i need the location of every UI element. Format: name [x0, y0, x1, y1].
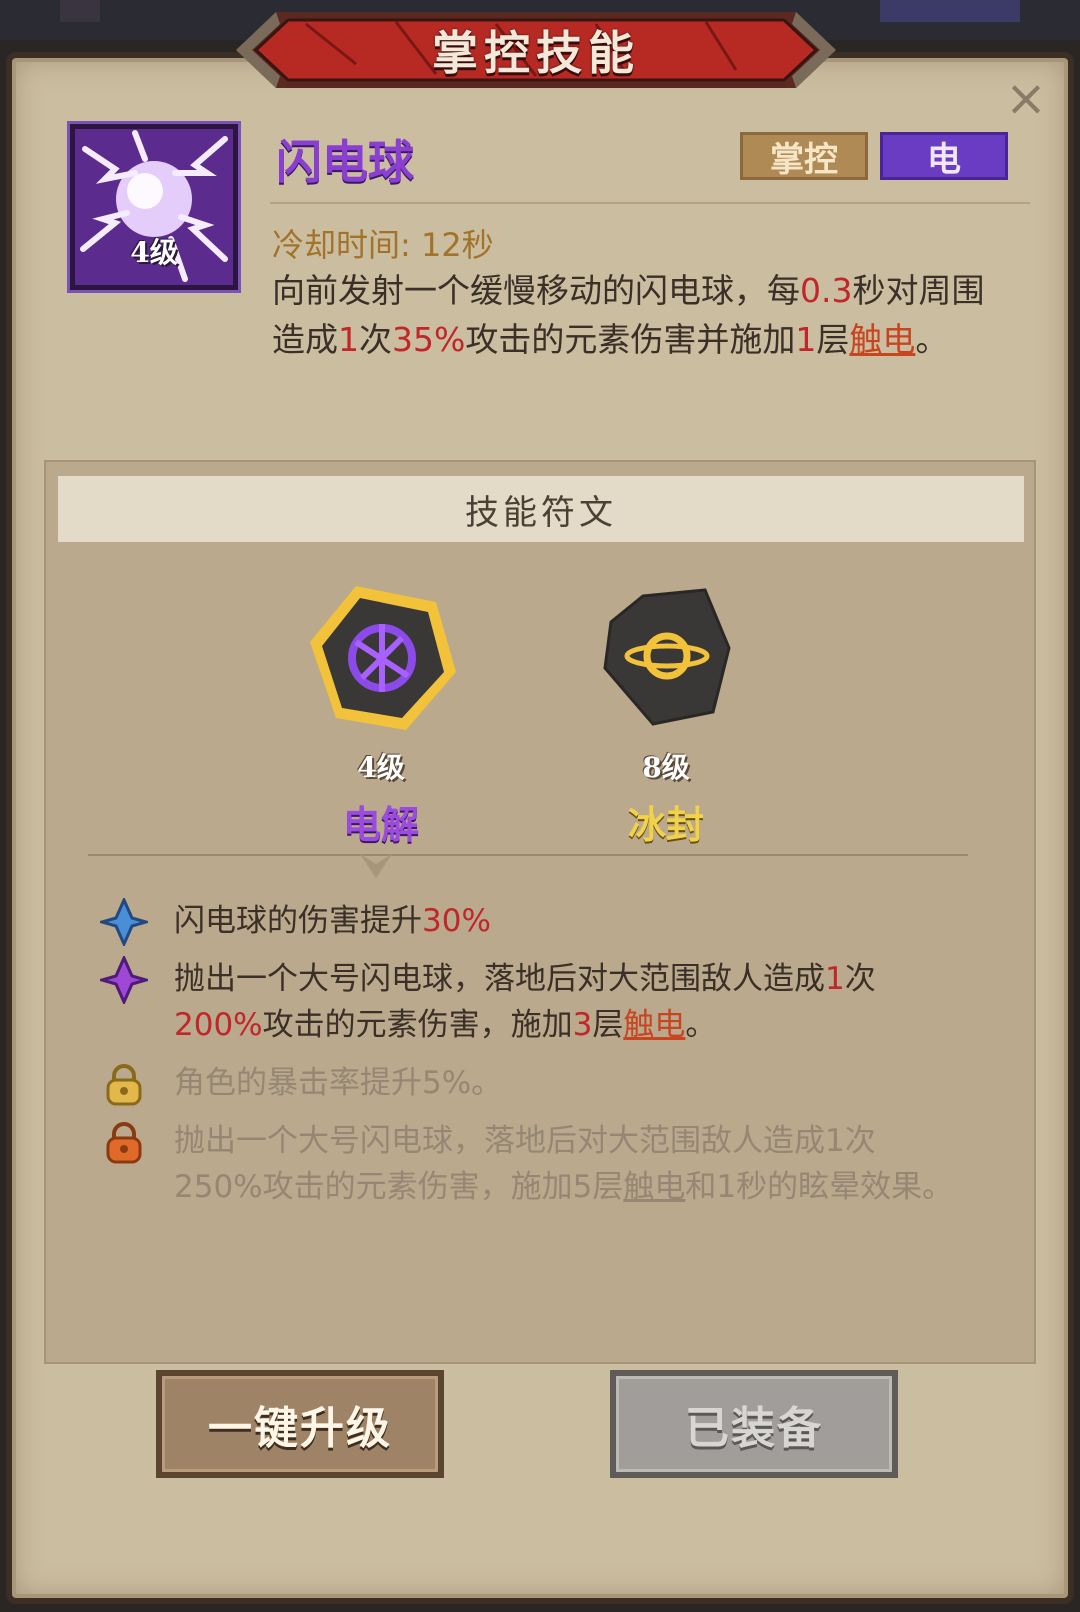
header-divider	[270, 202, 1030, 204]
one-click-upgrade-button[interactable]: 一键升级	[156, 1370, 444, 1478]
tag-control: 掌控	[740, 132, 868, 180]
close-button[interactable]: ×	[1004, 73, 1048, 123]
hud-chip	[880, 0, 1020, 22]
skill-name: 闪电球	[276, 135, 414, 189]
equipped-button[interactable]: 已装备	[610, 1370, 898, 1478]
skill-description: 向前发射一个缓慢移动的闪电球，每0.3秒对周围造成1次35%攻击的元素伤害并施加…	[272, 271, 985, 359]
cooldown-text: 冷却时间: 12秒	[272, 226, 494, 264]
gold-lock-icon	[106, 1064, 142, 1106]
skill-icon[interactable]: 4级	[67, 121, 241, 293]
tag-element: 电	[880, 132, 1008, 180]
shock-link[interactable]: 触电	[849, 320, 915, 359]
shock-link[interactable]: 触电	[623, 1007, 685, 1043]
rune-section: 技能符文 4级 电解 8级 冰封 闪电球的伤害提升30% 抛出一个大号闪电球，落…	[44, 460, 1036, 1364]
effect-text: 抛出一个大号闪电球，落地后对大范围敌人造成1次250%攻击的元素伤害，施加5层触…	[174, 1123, 954, 1205]
shock-link[interactable]: 触电	[623, 1169, 685, 1205]
title-banner: 掌控技能	[236, 4, 836, 96]
rune-item[interactable]: 8级 冰封	[581, 572, 751, 849]
rune-header: 技能符文	[58, 476, 1024, 542]
rune-item[interactable]: 4级 电解	[296, 572, 466, 849]
frozen-rune-icon	[603, 588, 731, 726]
rune-name: 冰封	[627, 803, 704, 847]
rune-divider	[88, 854, 968, 856]
blue-diamond-icon	[100, 898, 148, 946]
orange-lock-icon	[106, 1122, 142, 1164]
hud-chip	[60, 0, 100, 22]
effect-text: 闪电球的伤害提升30%	[174, 903, 491, 939]
effect-text: 角色的暴击率提升5%。	[174, 1065, 503, 1101]
divider-ornament-icon	[360, 854, 392, 878]
skill-level: 4级	[130, 236, 178, 269]
panel-title: 掌控技能	[432, 26, 640, 80]
rune-level: 8级	[642, 751, 690, 784]
electrolysis-rune-icon	[310, 586, 456, 730]
rune-level: 4级	[357, 751, 405, 784]
purple-diamond-icon	[100, 956, 148, 1004]
effect-text: 抛出一个大号闪电球，落地后对大范围敌人造成1次200%攻击的元素伤害，施加3层触…	[174, 961, 876, 1043]
rune-name: 电解	[342, 803, 419, 847]
